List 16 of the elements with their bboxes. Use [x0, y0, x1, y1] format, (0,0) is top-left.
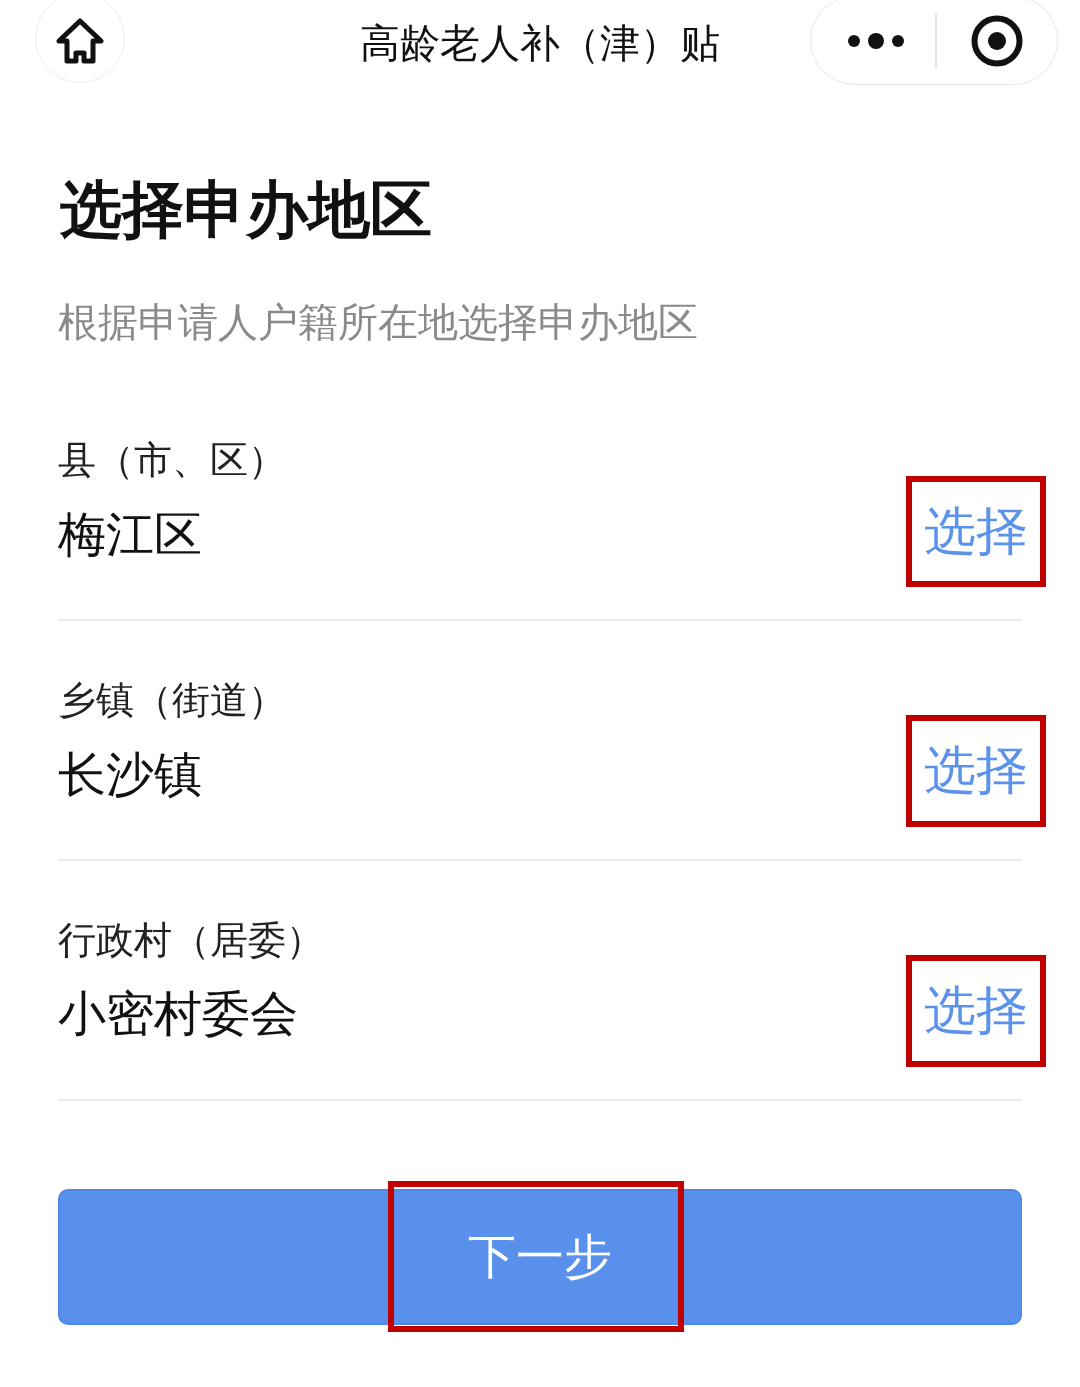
next-step-button[interactable]: 下一步	[58, 1188, 1022, 1325]
house-icon	[56, 17, 104, 64]
select-link[interactable]: 选择	[924, 977, 1028, 1045]
page-subtitle: 根据申请人户籍所在地选择申办地区	[58, 298, 699, 347]
select-link[interactable]: 选择	[924, 737, 1028, 805]
page-title: 高龄老人补（津）贴	[360, 18, 720, 67]
field-value: 长沙镇	[58, 744, 203, 804]
dots-icon[interactable]	[847, 32, 905, 49]
ring-dot-icon[interactable]	[971, 14, 1023, 67]
field-label: 县（市、区）	[58, 437, 286, 485]
field-label: 乡镇（街道）	[58, 677, 286, 725]
page-heading: 选择申办地区	[60, 173, 433, 248]
field-value: 小密村委会	[58, 984, 299, 1044]
select-link[interactable]: 选择	[924, 497, 1028, 566]
field-value: 梅江区	[58, 504, 203, 564]
field-label: 行政村（居委）	[58, 916, 324, 964]
